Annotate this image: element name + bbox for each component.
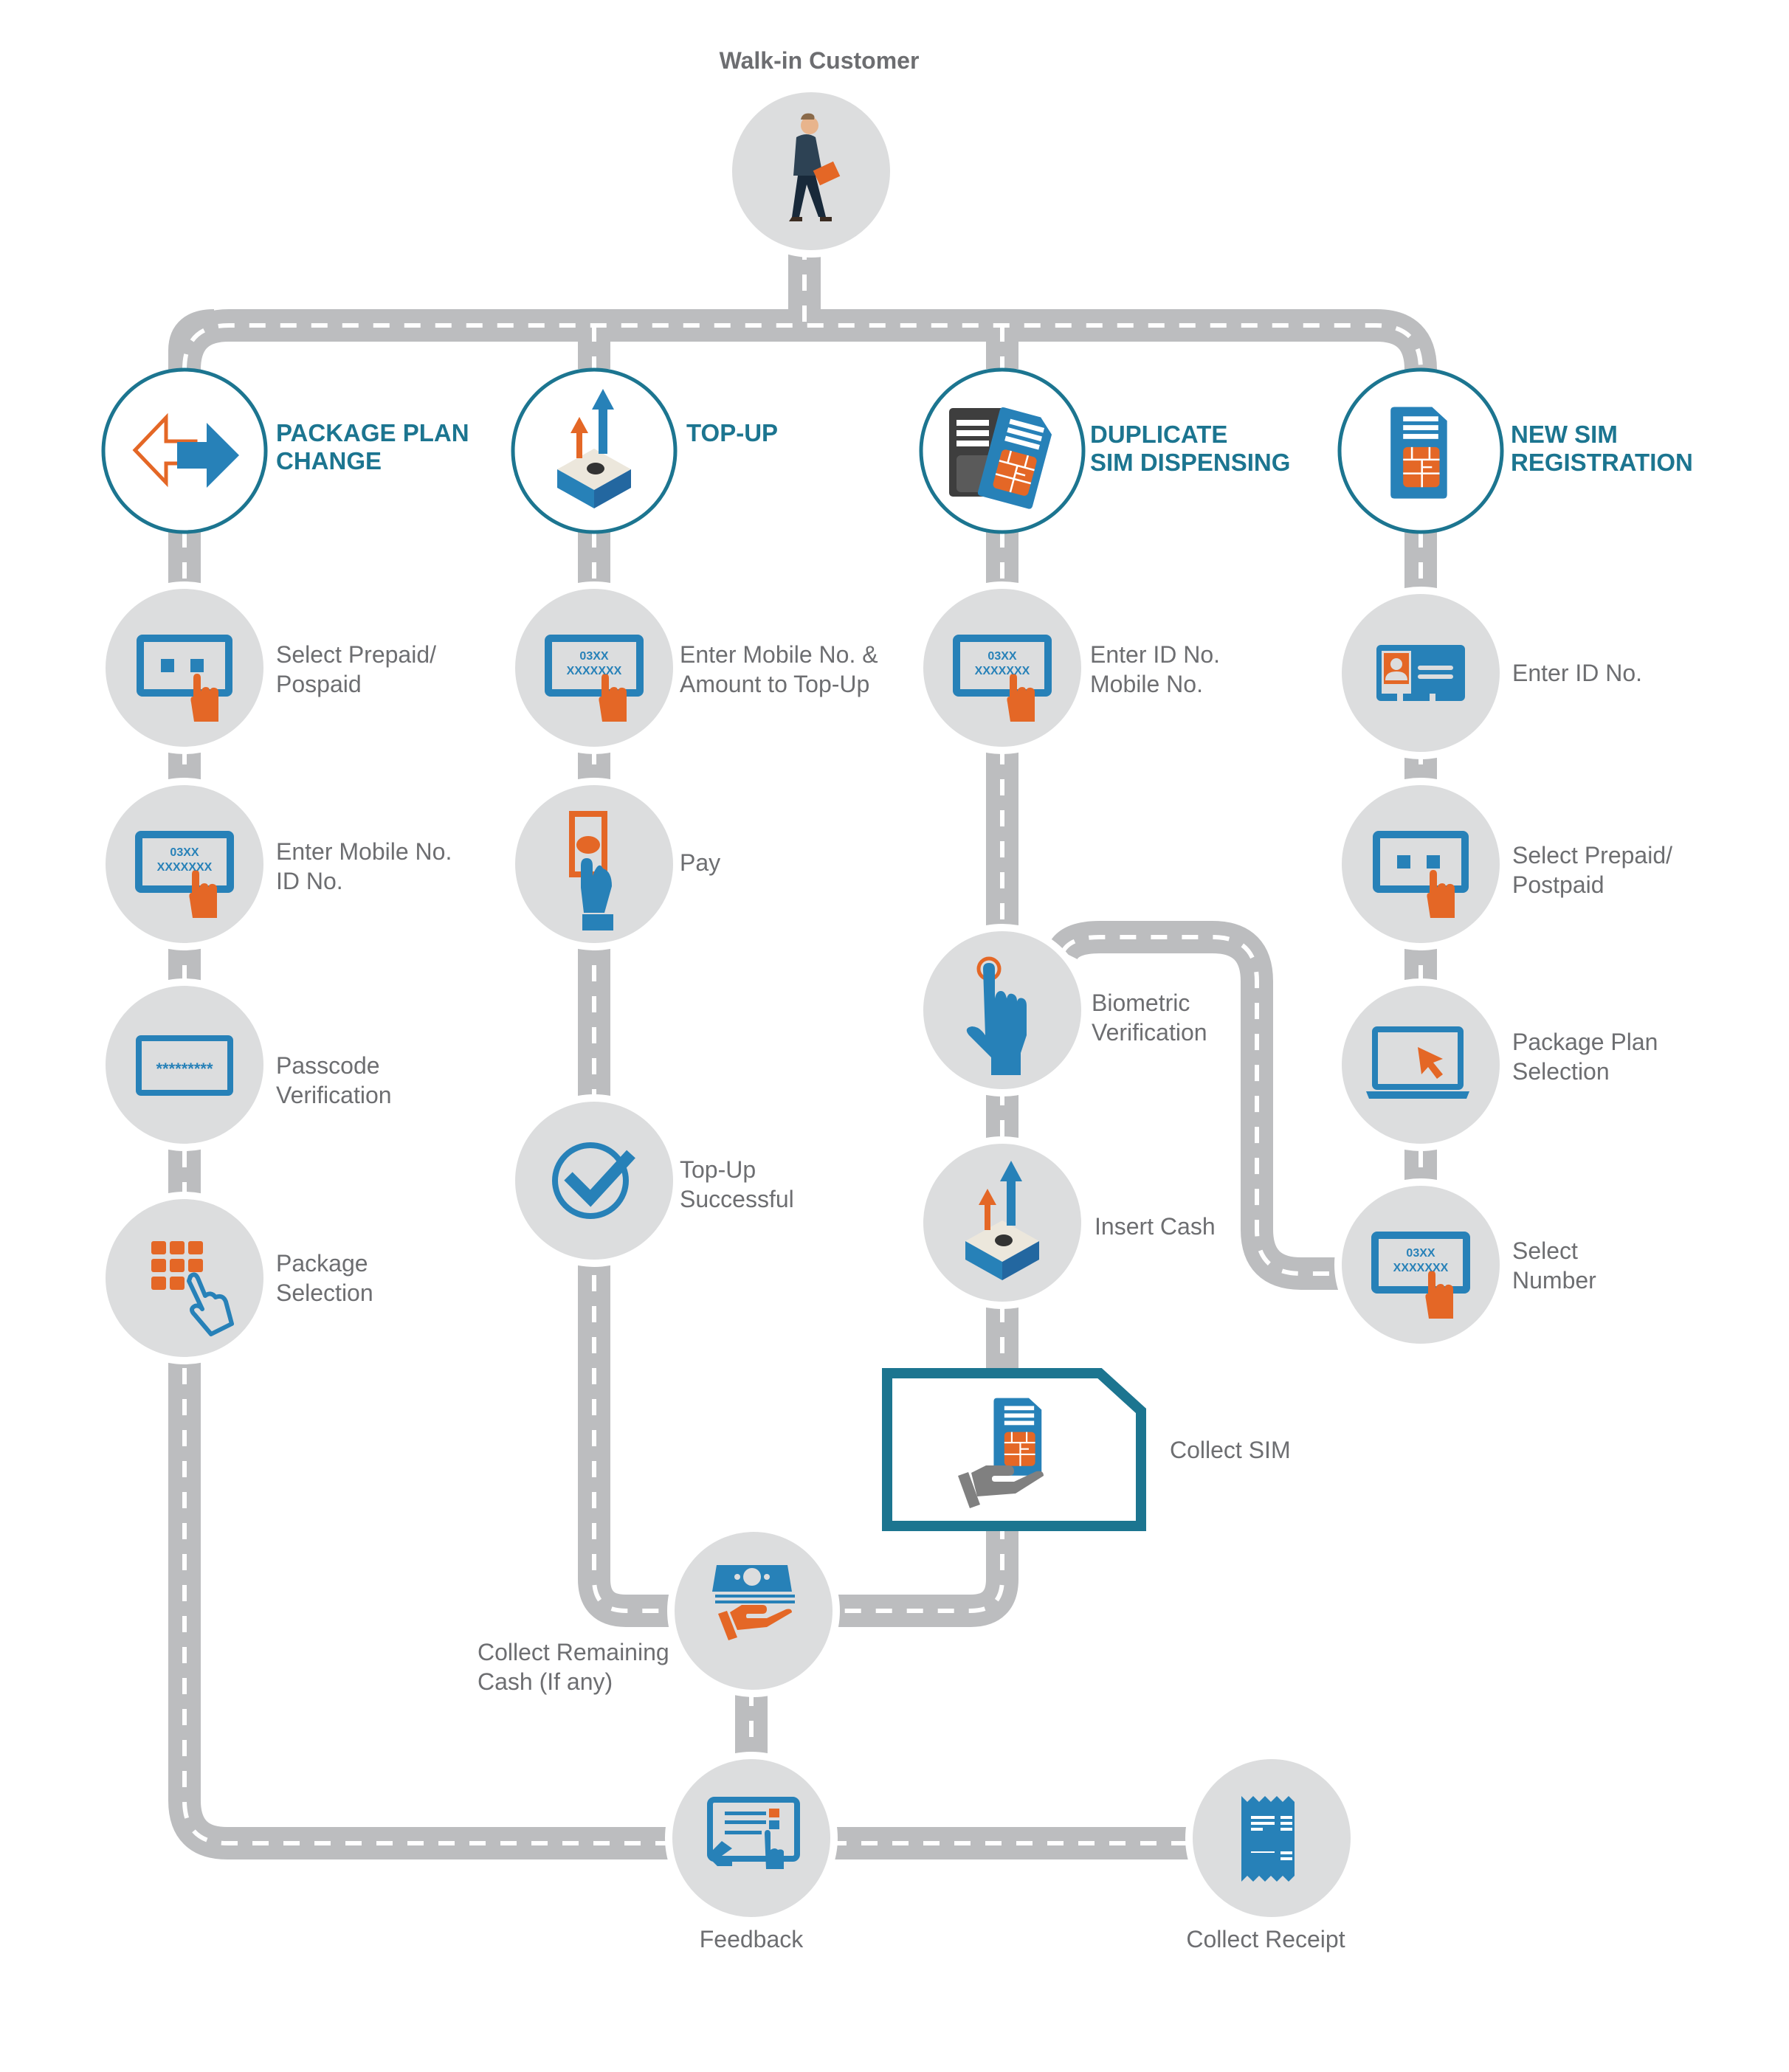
step-label: Passcode Verification bbox=[276, 1051, 392, 1110]
step-label: Select Number bbox=[1512, 1236, 1596, 1295]
step-label-line: Package Plan bbox=[1512, 1029, 1658, 1055]
branch-title-top-up: TOP-UP bbox=[686, 419, 778, 447]
step-enter-id bbox=[1334, 587, 1507, 759]
step-feedback bbox=[665, 1752, 838, 1924]
step-label-line: Biometric bbox=[1092, 990, 1190, 1016]
step-label-line: Select Prepaid/ bbox=[1512, 842, 1673, 868]
branch-title-duplicate-sim: DUPLICATE SIM DISPENSING bbox=[1090, 421, 1290, 477]
branch-title-line: DUPLICATE bbox=[1090, 421, 1228, 448]
screen-text: 03XX bbox=[987, 650, 1016, 663]
step-passcode: ********* bbox=[98, 978, 271, 1151]
step-label: Enter ID No. Mobile No. bbox=[1090, 640, 1220, 699]
sim-card-icon bbox=[1389, 406, 1448, 500]
step-label-line: Enter ID No. bbox=[1512, 660, 1643, 686]
step-label: Pay bbox=[680, 848, 720, 877]
step-biometric bbox=[916, 924, 1089, 1097]
step-label-line: Enter Mobile No. & bbox=[680, 641, 878, 668]
road-top-branch bbox=[168, 309, 1437, 370]
screen-text: XXXXXXX bbox=[1393, 1262, 1449, 1274]
step-label: Enter Mobile No. & Amount to Top-Up bbox=[680, 640, 878, 699]
step-label-line: Enter Mobile No. bbox=[276, 838, 452, 865]
step-topup-successful bbox=[508, 1094, 680, 1267]
step-label: Package Selection bbox=[276, 1249, 373, 1308]
step-label-line: Enter ID No. bbox=[1090, 641, 1221, 668]
step-label: Top-Up Successful bbox=[680, 1155, 794, 1214]
branch-title-package-plan-change: PACKAGE PLAN CHANGE bbox=[276, 419, 469, 475]
branch-new-sim bbox=[1337, 367, 1504, 534]
screen-text: XXXXXXX bbox=[567, 665, 622, 677]
feedback-label: Feedback bbox=[699, 1926, 804, 1952]
branch-title-new-sim: NEW SIM REGISTRATION bbox=[1511, 421, 1693, 477]
step-label: Package Plan Selection bbox=[1512, 1027, 1658, 1086]
screen-text: XXXXXXX bbox=[157, 861, 213, 874]
step-label-line: Successful bbox=[680, 1186, 794, 1212]
step-label-line: Select Prepaid/ bbox=[276, 641, 437, 668]
step-collect-sim bbox=[882, 1368, 1146, 1531]
step-label-line: ID No. bbox=[276, 868, 343, 894]
step-package-selection bbox=[98, 1192, 271, 1364]
step-label: Enter ID No. bbox=[1512, 658, 1642, 688]
branch-title-line: PACKAGE PLAN bbox=[276, 419, 469, 446]
step-package-plan-selection bbox=[1334, 978, 1507, 1151]
screen-text: 03XX bbox=[1406, 1247, 1435, 1260]
branch-duplicate-sim bbox=[919, 367, 1086, 534]
branch-package-plan-change bbox=[101, 367, 268, 534]
step-label-line: Mobile No. bbox=[1090, 671, 1203, 697]
step-enter-mobile-id: 03XX XXXXXXX bbox=[98, 778, 271, 950]
step-label-line: Postpaid bbox=[1512, 871, 1604, 898]
branch-title-line: REGISTRATION bbox=[1511, 449, 1693, 476]
step-label: Collect SIM bbox=[1170, 1435, 1291, 1465]
step-label-line: Package bbox=[276, 1250, 368, 1277]
step-label-line: Top-Up bbox=[680, 1156, 756, 1183]
step-collect-cash bbox=[667, 1524, 840, 1697]
step-label-line: Pospaid bbox=[276, 671, 362, 697]
step-label-line: Passcode bbox=[276, 1052, 380, 1079]
step-label-line: Collect SIM bbox=[1170, 1437, 1291, 1463]
start-node bbox=[725, 85, 897, 258]
step-collect-receipt bbox=[1185, 1752, 1358, 1924]
step-insert-cash bbox=[916, 1136, 1089, 1309]
screen-text: ********* bbox=[156, 1060, 213, 1078]
branch-title-line: SIM DISPENSING bbox=[1090, 449, 1291, 476]
step-select-prepaid-postpaid bbox=[1334, 778, 1507, 950]
start-title: Walk-in Customer bbox=[719, 47, 920, 74]
step-label-line: Selection bbox=[1512, 1058, 1610, 1085]
screen-text: 03XX bbox=[579, 650, 608, 663]
collect-cash-label: Collect Remaining Cash (If any) bbox=[478, 1637, 669, 1696]
step-label: Insert Cash bbox=[1095, 1212, 1216, 1241]
step-label-line: Select bbox=[1512, 1237, 1578, 1264]
sim-card-icon bbox=[993, 1397, 1043, 1477]
step-label-line: Amount to Top-Up bbox=[680, 671, 870, 697]
step-label: Select Prepaid/ Postpaid bbox=[1512, 840, 1672, 899]
step-label-line: Pay bbox=[680, 849, 721, 876]
collect-receipt-label: Collect Receipt bbox=[1186, 1926, 1345, 1952]
step-label-line: Collect Remaining bbox=[478, 1639, 669, 1665]
screen-text: XXXXXXX bbox=[975, 665, 1030, 677]
step-enter-mobile-amount: 03XX XXXXXXX bbox=[508, 581, 680, 754]
step-label-line: Verification bbox=[1092, 1019, 1207, 1046]
step-enter-id-mobile: 03XX XXXXXXX bbox=[916, 581, 1089, 754]
branch-title-line: TOP-UP bbox=[686, 419, 779, 446]
step-pay bbox=[508, 778, 680, 950]
step-select-number: 03XX XXXXXXX bbox=[1334, 1178, 1507, 1351]
receipt-icon bbox=[1241, 1796, 1295, 1882]
step-label: Select Prepaid/ Pospaid bbox=[276, 640, 436, 699]
step-label-line: Verification bbox=[276, 1082, 392, 1108]
step-label-line: Number bbox=[1512, 1267, 1596, 1294]
step-label: Biometric Verification bbox=[1092, 988, 1207, 1047]
id-card-icon bbox=[1376, 645, 1465, 701]
step-label-line: Selection bbox=[276, 1280, 373, 1306]
branch-title-line: CHANGE bbox=[276, 447, 382, 474]
step-select-prepaid bbox=[98, 581, 271, 754]
step-label-line: Cash (If any) bbox=[478, 1668, 613, 1695]
step-label: Enter Mobile No. ID No. bbox=[276, 837, 452, 896]
branch-top-up bbox=[511, 367, 678, 534]
branch-title-line: NEW SIM bbox=[1511, 421, 1618, 448]
step-label-line: Insert Cash bbox=[1095, 1213, 1216, 1240]
screen-text: 03XX bbox=[170, 846, 199, 859]
